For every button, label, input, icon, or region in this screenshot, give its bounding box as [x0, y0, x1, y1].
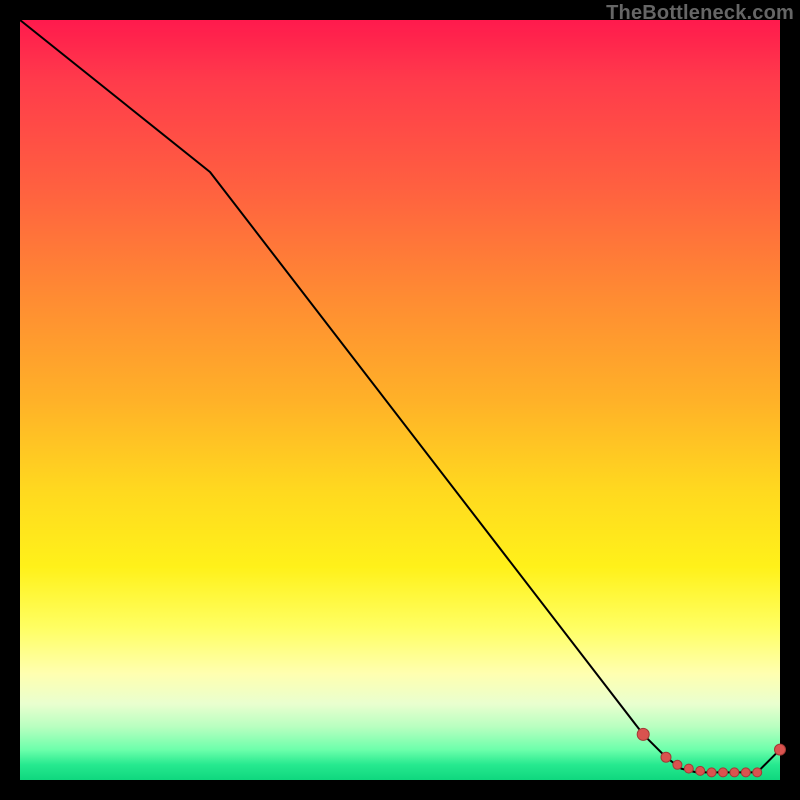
data-point — [684, 764, 693, 773]
data-point — [741, 768, 750, 777]
data-point — [775, 744, 786, 755]
data-point — [707, 768, 716, 777]
data-point — [673, 760, 682, 769]
data-point — [696, 766, 705, 775]
chart-container — [20, 20, 780, 780]
data-markers — [637, 728, 785, 777]
watermark-text: TheBottleneck.com — [606, 2, 794, 25]
data-point — [719, 768, 728, 777]
data-point — [661, 752, 671, 762]
chart-overlay — [20, 20, 780, 780]
data-point — [730, 768, 739, 777]
data-point — [637, 728, 649, 740]
curve-line — [20, 20, 780, 772]
plot-area — [20, 20, 780, 780]
data-point — [753, 768, 762, 777]
